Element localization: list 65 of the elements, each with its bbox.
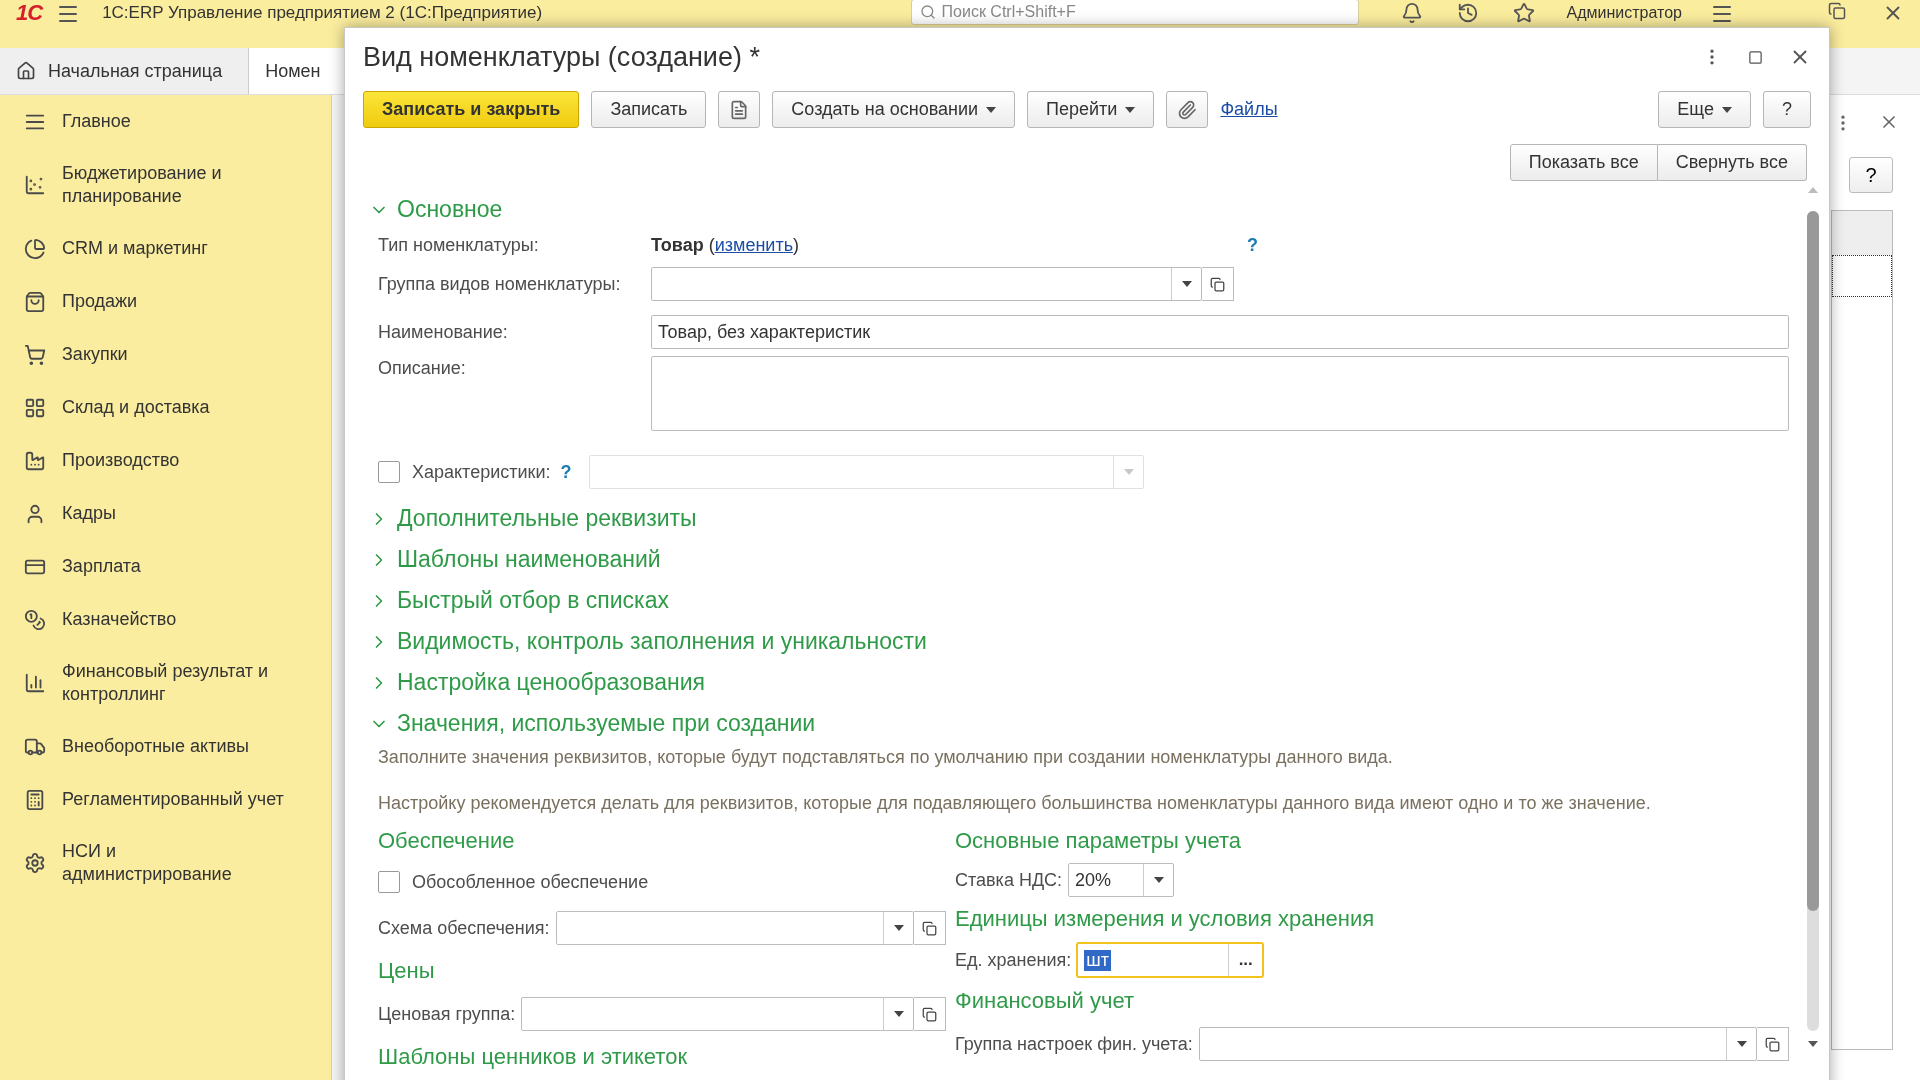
sidebar-item[interactable]: НСИ и администрирование <box>0 826 331 900</box>
change-link[interactable]: изменить <box>714 234 793 256</box>
checkbox-label: Характеристики: <box>412 461 551 483</box>
save-and-close-button[interactable]: Записать и закрыть <box>363 91 580 128</box>
sidebar-item[interactable]: CRM и маркетинг <box>0 222 331 275</box>
paren: ( <box>708 234 715 256</box>
field-label: Ставка НДС: <box>955 869 1063 891</box>
sidebar-item[interactable]: Финансовый результат и контроллинг <box>0 646 331 720</box>
files-link[interactable]: Файлы <box>1220 99 1278 120</box>
view-button[interactable]: Показать все <box>1509 144 1658 181</box>
menu-button[interactable]: Создать на основании <box>772 91 1016 128</box>
hint-text: Заполните значения реквизитов, которые будут подставляться по умолчанию при создании номенклатуры данного вида. <box>377 746 1394 768</box>
section-header[interactable]: Дополнительные реквизиты <box>369 498 1799 539</box>
field-label: Ед. хранения: <box>955 949 1072 971</box>
sidebar-item[interactable]: Бюджетирование и планирование <box>0 148 331 222</box>
search-field[interactable]: Поиск Ctrl+Shift+F <box>910 0 1359 25</box>
section-header[interactable]: Видимость, контроль заполнения и уникальности <box>369 621 1799 662</box>
field-label: Наименование: <box>378 321 509 343</box>
sidebar-item[interactable]: Казначейство <box>0 593 331 646</box>
paren: ) <box>793 234 799 256</box>
sidebar-item[interactable]: Склад и доставка <box>0 381 331 434</box>
sidebar-item[interactable]: Кадры <box>0 487 331 540</box>
checkbox-label: Обособленное обеспечение <box>412 871 649 893</box>
input-field[interactable]: Товар, без характеристик <box>651 315 1789 349</box>
hint-text: Настройку рекомендуется делать для реквизитов, которые для подавляющего большинства номенклатуры данного вида имеют одно и то же значение. <box>377 792 1652 814</box>
group-title: Основные параметры учета <box>954 827 1242 855</box>
sidebar-item[interactable]: Внеоборотные активы <box>0 720 331 773</box>
sidebar-item[interactable]: Производство <box>0 434 331 487</box>
field-label: Схема обеспечения: <box>378 917 550 939</box>
sidebar-item[interactable]: Закупки <box>0 328 331 381</box>
field-label: Группа видов номенклатуры: <box>378 273 622 295</box>
field-label: Группа настроек фин. учета: <box>955 1033 1193 1055</box>
sidebar-item[interactable]: Главное <box>0 95 331 148</box>
menu-button[interactable]: Перейти <box>1027 91 1155 128</box>
toolbar-button[interactable]: Записать <box>591 91 707 128</box>
section-header[interactable]: Основное <box>369 189 1799 230</box>
field-label: Описание: <box>378 357 467 379</box>
section-header[interactable]: Шаблоны наименований <box>369 539 1799 580</box>
sidebar-item[interactable]: Продажи <box>0 275 331 328</box>
field-label: Ценовая группа: <box>378 1003 516 1025</box>
section-header[interactable]: Быстрый отбор в списках <box>369 580 1799 621</box>
user-name[interactable]: Администратор <box>1566 2 1682 23</box>
sidebar-item[interactable]: Регламентированный учет <box>0 773 331 826</box>
toolbar-button[interactable]: ? <box>1763 91 1811 128</box>
input-field[interactable]: шт ... <box>1077 943 1264 977</box>
view-button[interactable]: Свернуть все <box>1657 144 1807 181</box>
select-field[interactable]: 20% <box>1068 863 1175 897</box>
help-mark[interactable]: ? <box>1247 234 1258 256</box>
section-header[interactable]: Настройка ценообразования <box>369 662 1799 703</box>
field-label: Тип номенклатуры: <box>378 234 540 256</box>
help-button[interactable]: ? <box>1849 157 1893 193</box>
type-value: Товар <box>651 234 704 256</box>
group-title: Единицы измерения и условия хранения <box>954 905 1376 933</box>
group-title: Финансовый учет <box>954 987 1135 1015</box>
group-title: Шаблоны ценников и этикеток <box>377 1043 689 1071</box>
app-logo: 1С <box>16 2 43 24</box>
group-title: Цены <box>377 957 436 985</box>
choose-button[interactable]: ... <box>1228 944 1263 976</box>
dialog-title: Вид номенклатуры (создание) * <box>363 41 760 73</box>
section-header[interactable]: Значения, используемые при создании <box>369 703 1799 744</box>
tab[interactable]: Начальная страница <box>0 48 250 94</box>
app-title: 1С:ERP Управление предприятием 2 (1С:Предприятие) <box>102 2 543 23</box>
menu-button[interactable]: Еще <box>1658 91 1751 128</box>
group-title: Обеспечение <box>377 827 516 855</box>
sidebar-item[interactable]: Зарплата <box>0 540 331 593</box>
